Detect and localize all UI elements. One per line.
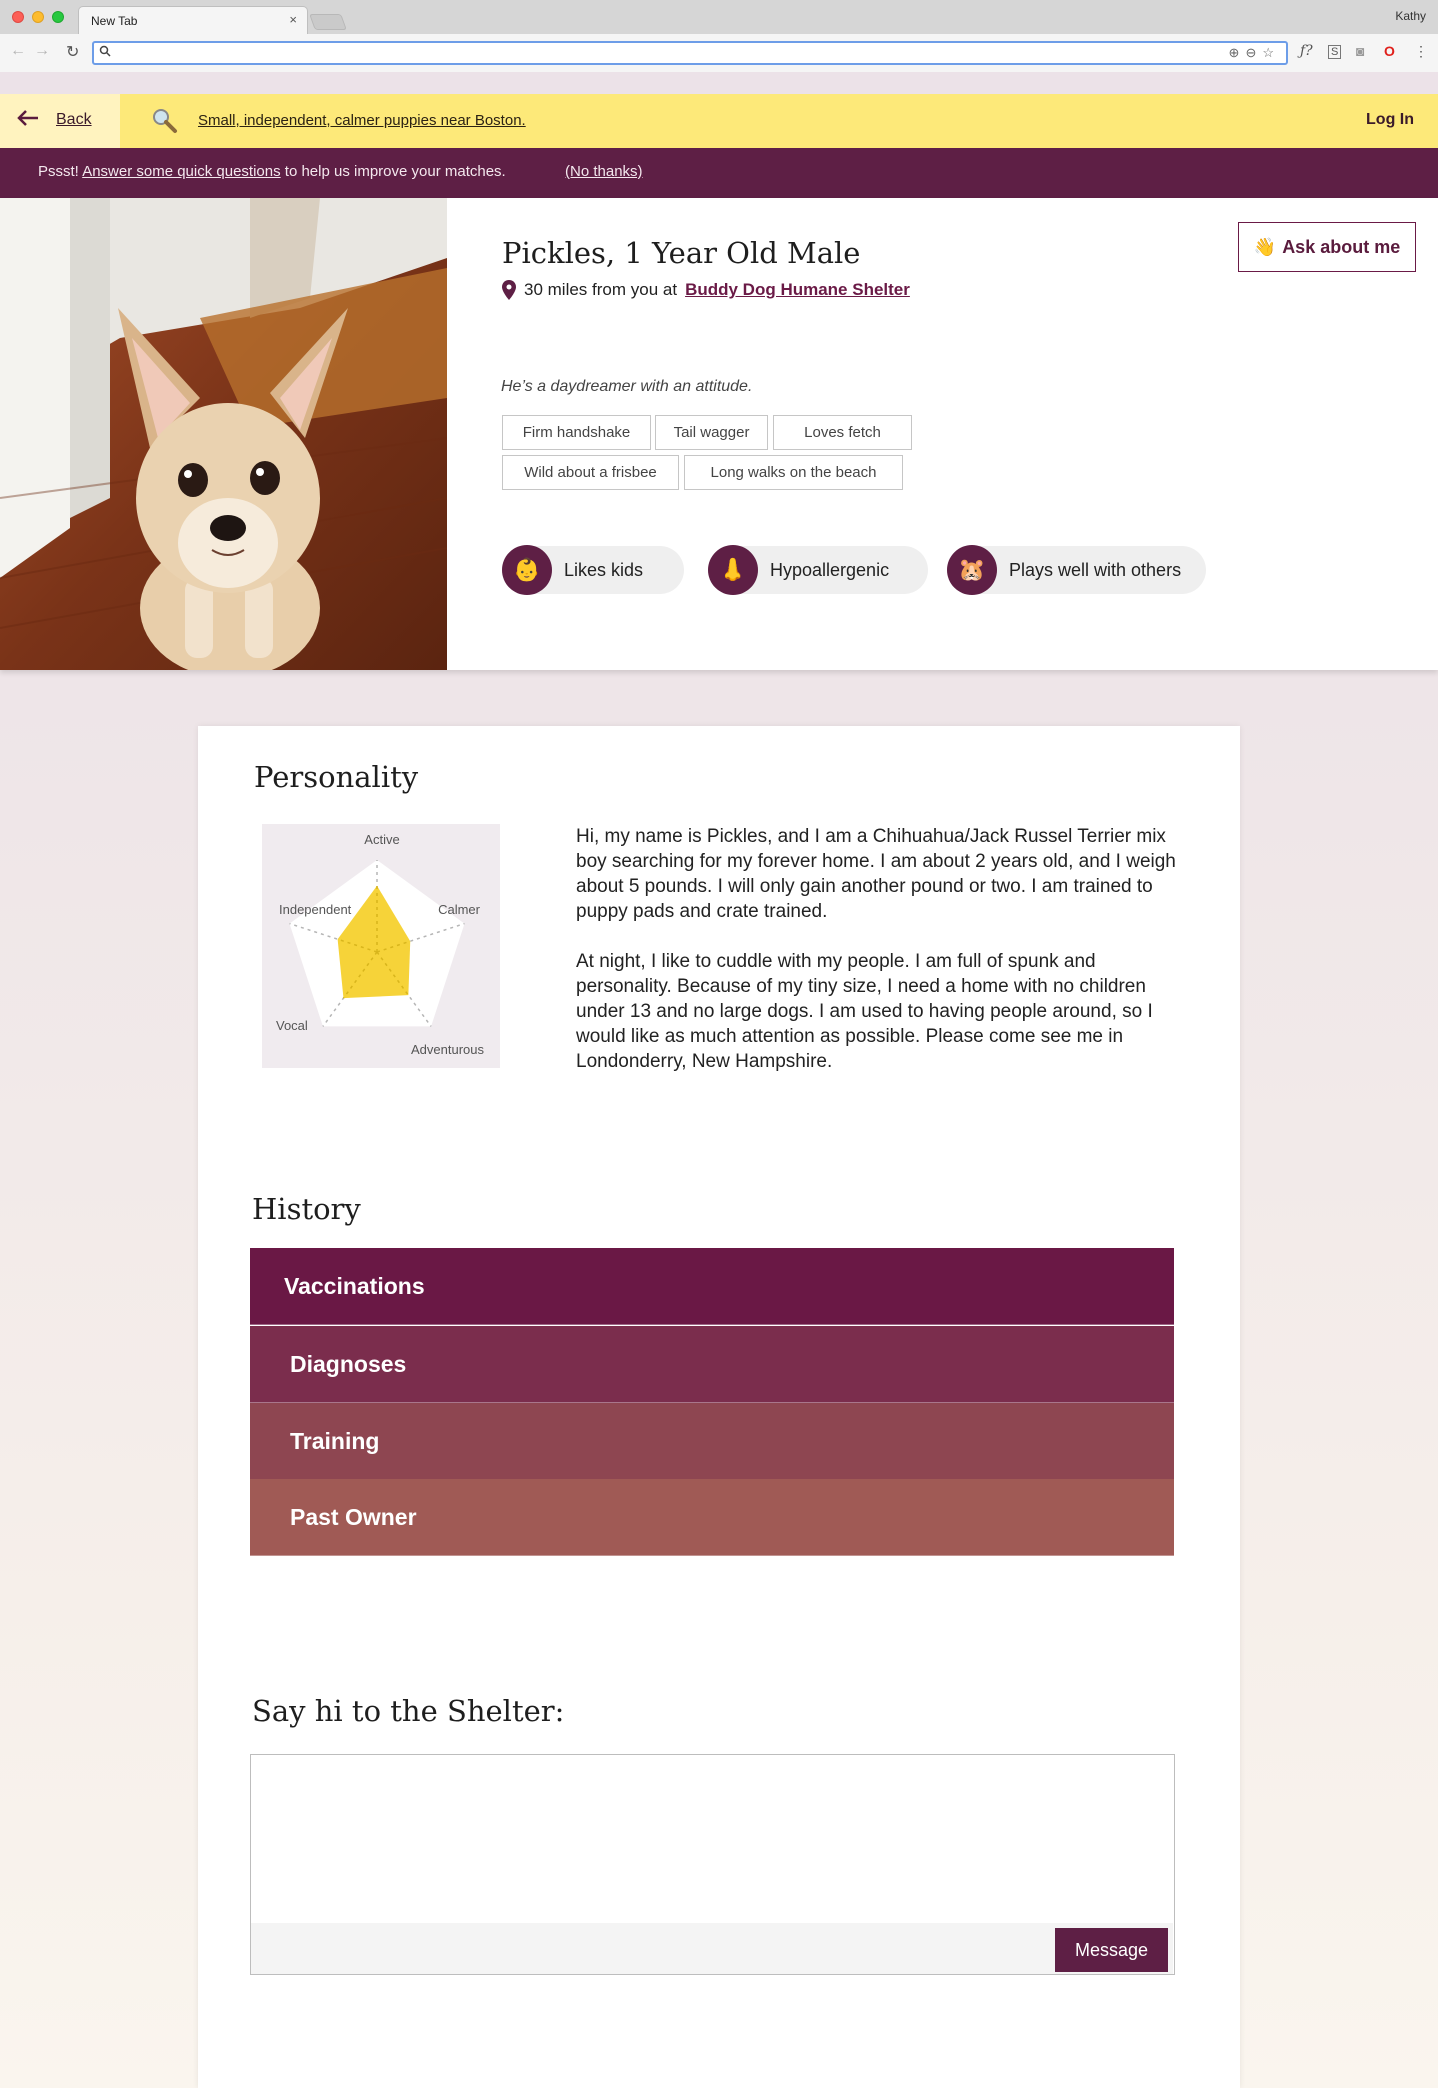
dog-profile-hero: Pickles, 1 Year Old Male 30 miles from y… <box>0 198 1438 670</box>
tab-strip: New Tab × Kathy <box>0 0 1438 34</box>
tab-title: New Tab <box>91 14 138 28</box>
bio-paragraph: Hi, my name is Pickles, and I am a Chihu… <box>576 826 1176 922</box>
address-bar-icons[interactable]: ⊕⊖☆ <box>1229 45 1280 61</box>
s-extension-icon[interactable]: S <box>1328 45 1342 59</box>
survey-banner: Pssst! Answer some quick questions to he… <box>0 148 1438 198</box>
search-query-link[interactable]: Small, independent, calmer puppies near … <box>198 112 526 129</box>
accordion-label: Diagnoses <box>290 1350 407 1377</box>
trait-tag: Long walks on the beach <box>684 455 903 490</box>
close-window-button[interactable] <box>12 11 24 23</box>
trait-tag: Wild about a frisbee <box>502 455 679 490</box>
minimize-window-button[interactable] <box>32 11 44 23</box>
personality-heading: Personality <box>254 760 419 794</box>
badge-plays-well: 🐹 Plays well with others <box>947 545 1206 595</box>
accordion-label: Vaccinations <box>284 1272 425 1299</box>
opera-extension-icon[interactable]: O <box>1384 43 1395 59</box>
address-bar[interactable]: ⊕⊖☆ <box>92 41 1288 65</box>
shelter-link[interactable]: Buddy Dog Humane Shelter <box>685 280 910 300</box>
login-button[interactable]: Log In <box>1366 111 1414 129</box>
waving-hand-icon: 👋 <box>1253 236 1277 257</box>
baby-face-icon: 👶 <box>502 545 552 595</box>
dog-tagline: He’s a daydreamer with an attitude. <box>501 378 753 395</box>
maximize-window-button[interactable] <box>52 11 64 23</box>
radar-axis-label: Calmer <box>438 902 481 917</box>
profile-name[interactable]: Kathy <box>1395 9 1426 23</box>
survey-link[interactable]: Answer some quick questions <box>82 163 280 180</box>
browser-menu-icon[interactable]: ⋮ <box>1414 43 1428 60</box>
back-label[interactable]: Back <box>56 111 92 129</box>
tab-close-icon[interactable]: × <box>289 12 297 27</box>
formula-extension-icon[interactable]: ƒ? <box>1300 43 1313 59</box>
ask-about-me-button[interactable]: 👋 Ask about me <box>1238 222 1416 272</box>
dog-location: 30 miles from you at Buddy Dog Humane Sh… <box>502 280 910 300</box>
send-message-button[interactable]: Message <box>1055 1928 1168 1972</box>
radar-axis-label: Active <box>364 832 399 847</box>
dog-photo <box>0 198 447 670</box>
profile-details-card: Personality Active Calmer Adventurous Vocal… <box>198 726 1240 2088</box>
badge-label: Plays well with others <box>1009 559 1182 580</box>
new-tab-button[interactable] <box>309 14 347 30</box>
survey-prefix: Pssst! <box>38 163 83 180</box>
message-box: Message <box>250 1754 1175 1975</box>
radar-axis-label: Vocal <box>276 1018 308 1033</box>
accordion-vaccinations[interactable]: Vaccinations <box>250 1248 1174 1325</box>
ask-about-me-label: Ask about me <box>1282 236 1401 257</box>
dog-bio: Hi, my name is Pickles, and I am a Chihu… <box>576 824 1176 1099</box>
accordion-training[interactable]: Training <box>250 1403 1174 1480</box>
magnifier-icon <box>150 106 178 141</box>
bio-paragraph: At night, I like to cuddle with my peopl… <box>576 951 1153 1072</box>
accordion-label: Past Owner <box>290 1503 417 1530</box>
badge-likes-kids: 👶 Likes kids <box>502 545 684 595</box>
survey-suffix: to help us improve your matches. <box>280 163 506 180</box>
badge-label: Hypoallergenic <box>770 559 890 580</box>
back-arrow-icon[interactable]: ← <box>10 42 26 60</box>
message-input[interactable] <box>251 1755 1173 1923</box>
dismiss-survey-link[interactable]: (No thanks) <box>565 163 643 180</box>
hamster-icon: 🐹 <box>947 545 997 595</box>
camera-extension-icon[interactable]: ◙ <box>1356 43 1364 59</box>
reload-icon[interactable]: ↻ <box>66 42 79 62</box>
message-footer: Message <box>251 1923 1173 1974</box>
map-pin-icon <box>502 280 516 300</box>
radar-axis-label: Independent <box>279 902 352 917</box>
accordion-diagnoses[interactable]: Diagnoses <box>250 1326 1174 1403</box>
browser-toolbar: ← → ↻ ⊕⊖☆ ƒ? S ◙ O ⋮ <box>0 34 1438 72</box>
accordion-label: Training <box>290 1427 380 1454</box>
accordion-past-owner[interactable]: Past Owner <box>250 1479 1174 1556</box>
history-heading: History <box>252 1192 361 1226</box>
url-search-icon <box>99 45 111 60</box>
badge-label: Likes kids <box>564 559 644 580</box>
trait-tag: Loves fetch <box>773 415 912 450</box>
forward-arrow-icon[interactable]: → <box>34 42 50 60</box>
badge-hypoallergenic: 👃 Hypoallergenic <box>708 545 928 595</box>
nose-icon: 👃 <box>708 545 758 595</box>
personality-radar-chart: Active Calmer Adventurous Vocal Independent <box>262 824 500 1068</box>
browser-chrome: New Tab × Kathy ← → ↻ ⊕⊖☆ ƒ? S ◙ O ⋮ <box>0 0 1438 72</box>
browser-tab[interactable]: New Tab × <box>78 6 308 34</box>
distance-text: 30 miles from you at <box>524 280 678 299</box>
trait-tag: Firm handshake <box>502 415 651 450</box>
survey-banner-text: Pssst! Answer some quick questions to he… <box>38 163 506 180</box>
dog-name-title: Pickles, 1 Year Old Male <box>502 236 861 270</box>
trait-tag: Tail wagger <box>655 415 768 450</box>
arrow-left-icon <box>16 108 40 134</box>
radar-axis-label: Adventurous <box>411 1042 484 1057</box>
back-button[interactable]: Back <box>0 94 120 148</box>
site-header: Back Small, independent, calmer puppies … <box>0 94 1438 148</box>
contact-heading: Say hi to the Shelter: <box>252 1694 565 1728</box>
